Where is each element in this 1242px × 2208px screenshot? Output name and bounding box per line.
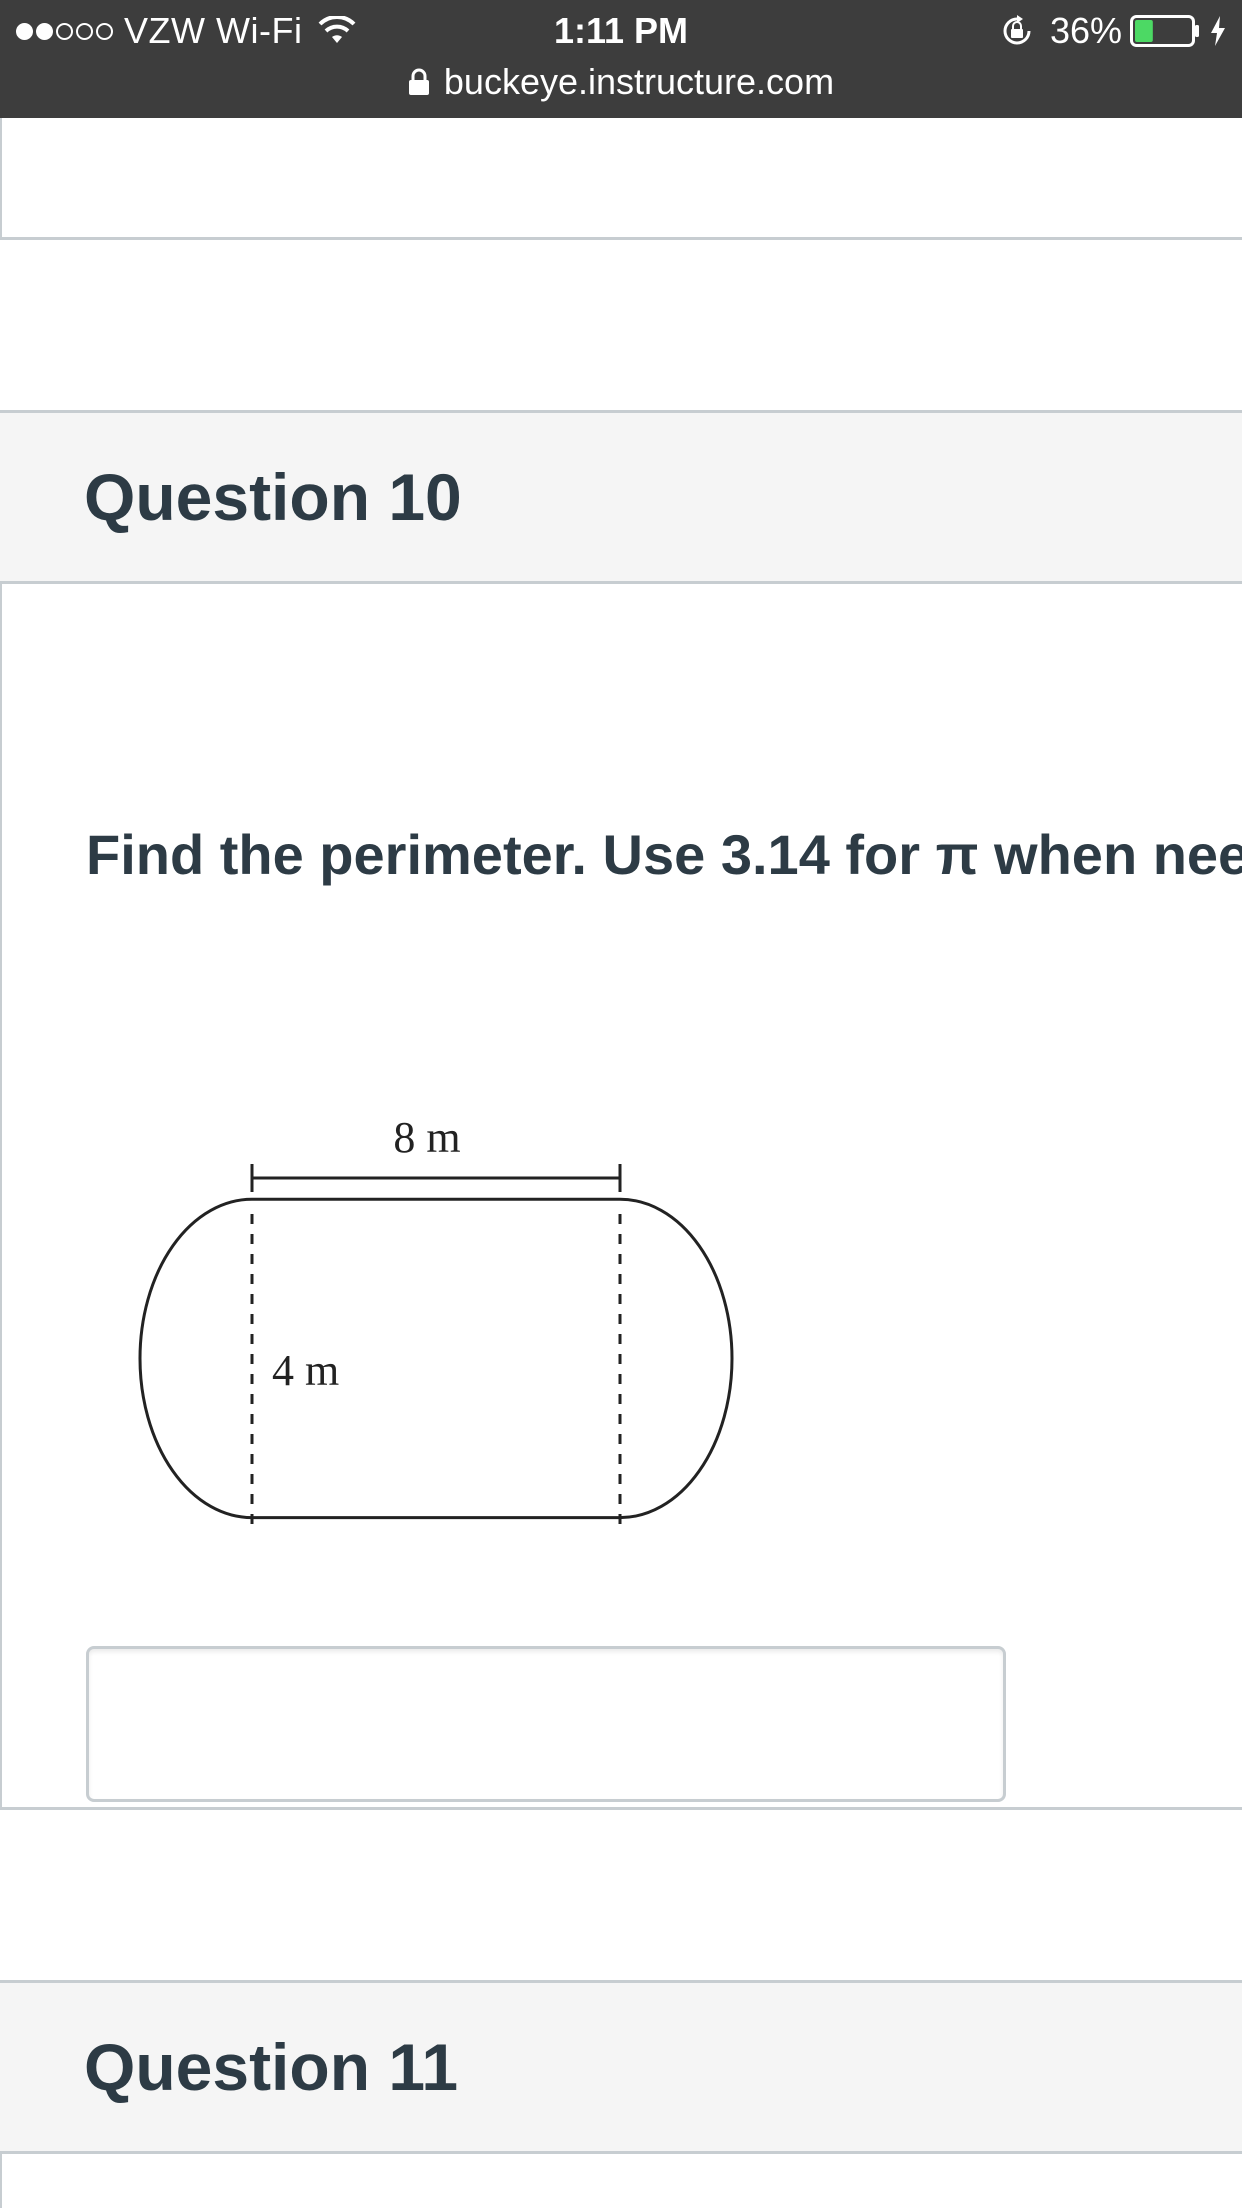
question-10-prompt-clip: Find the perimeter. Use 3.14 for π when … bbox=[2, 584, 1242, 984]
question-10-header: Question 10 bbox=[0, 410, 1242, 584]
perimeter-figure: 8 m 4 m bbox=[138, 1113, 734, 1524]
previous-question-body bbox=[0, 118, 1242, 240]
battery-icon bbox=[1130, 15, 1199, 47]
question-11-header: Question 11 bbox=[0, 1980, 1242, 2154]
status-bar: VZW Wi-Fi 1:11 PM 36% buckeye.instructur… bbox=[0, 0, 1242, 118]
charging-bolt-icon bbox=[1211, 16, 1225, 46]
question-10-prompt: Find the perimeter. Use 3.14 for π when … bbox=[86, 823, 1242, 886]
quiz-page: Question 10 Find the perimeter. Use 3.14… bbox=[0, 118, 1242, 2208]
question-10-body: Find the perimeter. Use 3.14 for π when … bbox=[0, 584, 1242, 1810]
width-label: 8 m bbox=[393, 1113, 460, 1162]
url-text[interactable]: buckeye.instructure.com bbox=[444, 61, 834, 103]
answer-input[interactable] bbox=[86, 1646, 1006, 1802]
question-10-title: Question 10 bbox=[84, 460, 462, 534]
question-11-title: Question 11 bbox=[84, 2030, 459, 2104]
stadium-outline bbox=[138, 1197, 734, 1520]
padlock-icon bbox=[408, 68, 429, 95]
question-11-body bbox=[0, 2154, 1242, 2208]
rotation-lock-icon bbox=[1003, 15, 1031, 45]
address-bar[interactable]: buckeye.instructure.com bbox=[0, 58, 1242, 106]
height-label: 4 m bbox=[272, 1346, 339, 1395]
battery-percent: 36% bbox=[1049, 10, 1122, 51]
status-right: 36% bbox=[1000, 8, 1228, 54]
